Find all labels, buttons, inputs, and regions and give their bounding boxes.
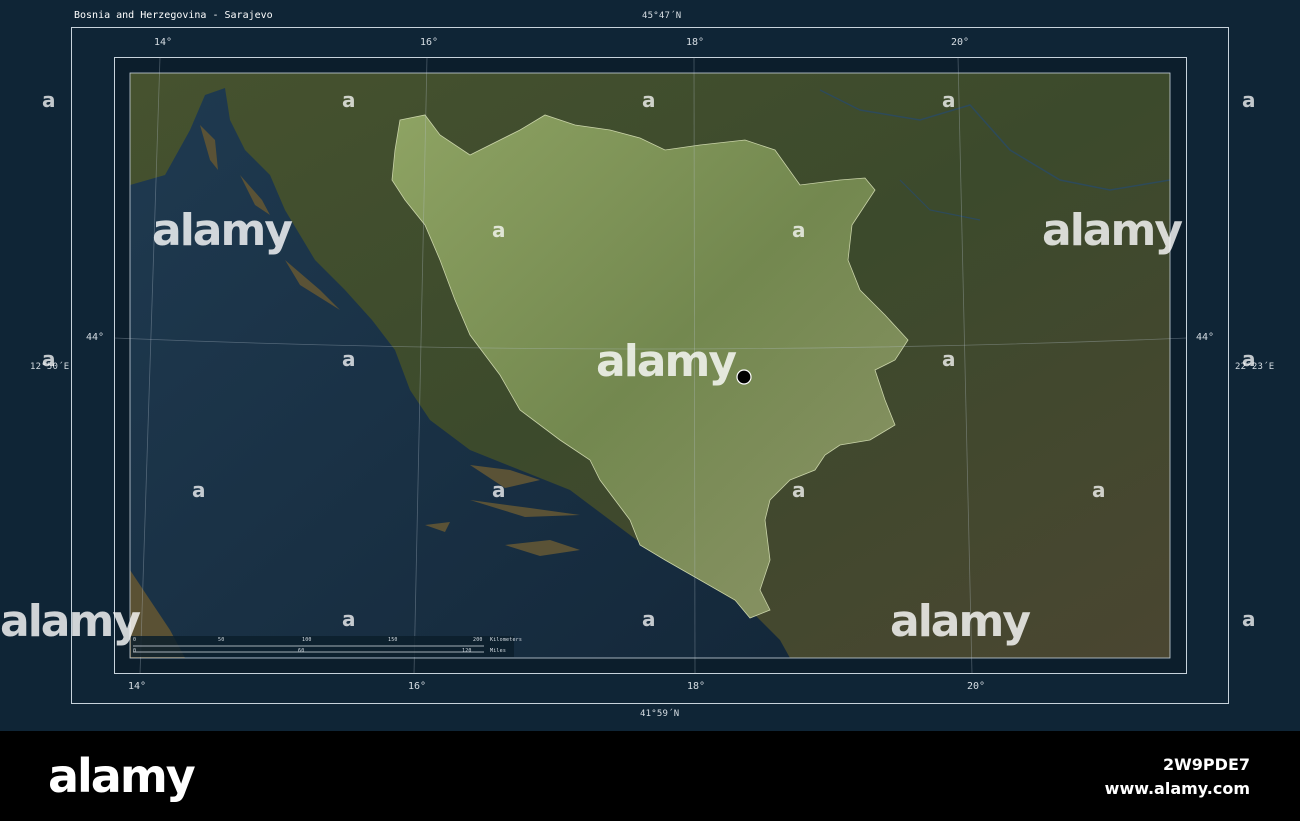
watermark-glyph: a <box>192 478 206 502</box>
watermark-glyph: a <box>342 88 356 112</box>
site-url[interactable]: www.alamy.com <box>1105 779 1250 798</box>
watermark-text: alamy <box>596 336 737 387</box>
map-stage: Bosnia and Herzegovina - Sarajevo 45°47´… <box>0 0 1300 731</box>
scale-mi-60: 60 <box>298 648 305 654</box>
image-id: 2W9PDE7 <box>1163 755 1250 774</box>
watermark-glyph: a <box>1242 347 1256 371</box>
watermark-glyph: a <box>42 347 56 371</box>
scale-km-50: 50 <box>218 637 225 643</box>
watermark-glyph: a <box>492 218 506 242</box>
scale-mi-120: 120 <box>462 648 472 654</box>
watermark-glyph: a <box>642 607 656 631</box>
watermark-text: alamy <box>0 596 141 647</box>
watermark-glyph: a <box>1242 607 1256 631</box>
scale-km-150: 150 <box>388 637 398 643</box>
watermark-glyph: a <box>42 88 56 112</box>
watermark-glyph: a <box>1242 88 1256 112</box>
footer-bar: alamy 2W9PDE7 www.alamy.com <box>0 731 1300 821</box>
watermark-text: alamy <box>1042 205 1183 256</box>
scale-bar <box>131 636 514 657</box>
watermark-glyph: a <box>792 218 806 242</box>
watermark-glyph: a <box>942 88 956 112</box>
watermark-glyph: a <box>792 478 806 502</box>
watermark-glyph: a <box>642 88 656 112</box>
watermark-glyph: a <box>342 607 356 631</box>
scale-km-unit: Kilometers <box>490 637 523 643</box>
scale-mi-0: 0 <box>133 648 137 654</box>
watermark-glyph: a <box>942 347 956 371</box>
scale-km-100: 100 <box>302 637 312 643</box>
watermark-glyph: a <box>492 478 506 502</box>
watermark-glyph: a <box>1092 478 1106 502</box>
watermark-glyph: a <box>342 347 356 371</box>
alamy-logo: alamy <box>48 749 196 803</box>
watermark-text: alamy <box>152 205 293 256</box>
watermark-text: alamy <box>890 596 1031 647</box>
scale-mi-unit: Miles <box>490 648 507 654</box>
scale-km-200: 200 <box>473 637 483 643</box>
sarajevo-marker <box>736 369 752 385</box>
